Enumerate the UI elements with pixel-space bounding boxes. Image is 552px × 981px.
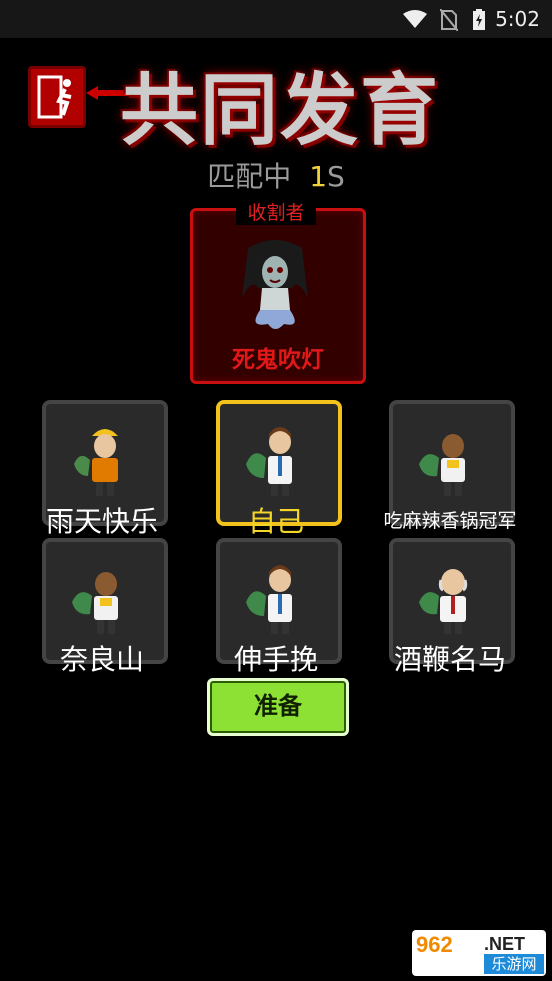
doctor-avatar — [246, 565, 292, 634]
pop-cap-avatar — [419, 427, 471, 496]
player-name-6: 酒鞭名马 — [393, 643, 506, 676]
doctor-avatar — [246, 427, 292, 496]
wifi-icon — [403, 10, 427, 28]
exit-sign-icon — [28, 66, 86, 128]
match-status-text: 匹配中 — [207, 160, 292, 193]
player-name-5: 伸手挽 — [233, 643, 318, 676]
player-name-2: 自己 — [247, 505, 304, 538]
watermark-number: 962 — [416, 932, 453, 957]
reaper-name: 死鬼吹灯 — [232, 347, 324, 373]
pop-cap-avatar — [72, 565, 124, 634]
status-bar: 5:02 — [0, 0, 552, 38]
player-name-4: 奈良山 — [59, 643, 144, 676]
watermark-cn: 乐游网 — [484, 954, 544, 974]
no-sim-icon — [440, 9, 458, 31]
player-name-3: 吃麻辣香锅冠军 — [383, 510, 517, 532]
reaper-label: 收割者 — [236, 198, 316, 225]
match-timer-unit: S — [327, 160, 345, 193]
match-timer: 1 — [309, 160, 328, 193]
bald-scientist-avatar — [419, 569, 468, 634]
game-title: 共同发育 — [120, 66, 441, 156]
ready-button[interactable]: 准备 — [207, 678, 349, 736]
ghost-character-icon — [242, 240, 308, 329]
title-area: 共同发育 — [22, 48, 442, 158]
match-status: 匹配中 1S — [0, 155, 552, 195]
status-time: 5:02 — [495, 7, 540, 31]
watermark-net: .NET — [484, 934, 526, 954]
worker-hardhat-avatar — [74, 429, 118, 496]
battery-charging-icon — [473, 9, 485, 30]
site-watermark-logo: 962 .NET 乐游网 — [412, 930, 546, 976]
player-name-1: 雨天快乐 — [45, 505, 158, 538]
